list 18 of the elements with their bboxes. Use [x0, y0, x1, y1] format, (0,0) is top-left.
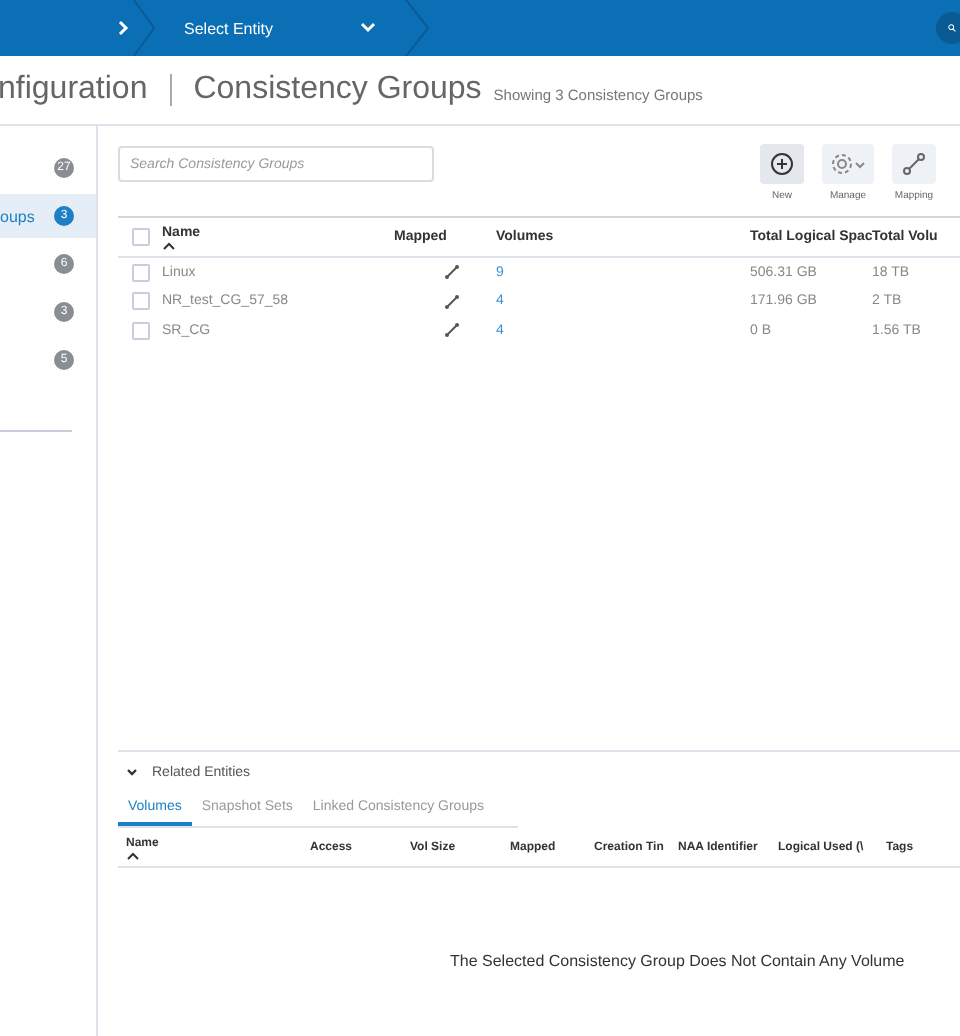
- entity-dropdown[interactable]: Select Entity: [156, 17, 404, 39]
- empty-message: The Selected Consistency Group Does Not Contain Any Volume: [448, 952, 907, 970]
- sort-ascending-icon: [126, 851, 140, 859]
- search-button[interactable]: [936, 12, 960, 44]
- plus-circle-icon: [770, 152, 794, 176]
- row-checkbox[interactable]: [132, 321, 150, 340]
- chevron-down-icon: [360, 22, 376, 34]
- chevron-down-icon[interactable]: [126, 766, 138, 778]
- caret-icon: [854, 159, 866, 169]
- section-title: nfiguration: [0, 72, 148, 108]
- sort-ascending-icon: [162, 241, 176, 249]
- row-checkbox[interactable]: [132, 263, 150, 282]
- row-checkbox[interactable]: [132, 292, 150, 311]
- link-nodes-icon: [902, 152, 926, 176]
- page-title: Consistency Groups: [193, 72, 482, 108]
- select-all-checkbox[interactable]: [132, 228, 150, 246]
- sidebar-label: oups: [0, 207, 35, 225]
- breadcrumb-divider-icon: [404, 0, 432, 56]
